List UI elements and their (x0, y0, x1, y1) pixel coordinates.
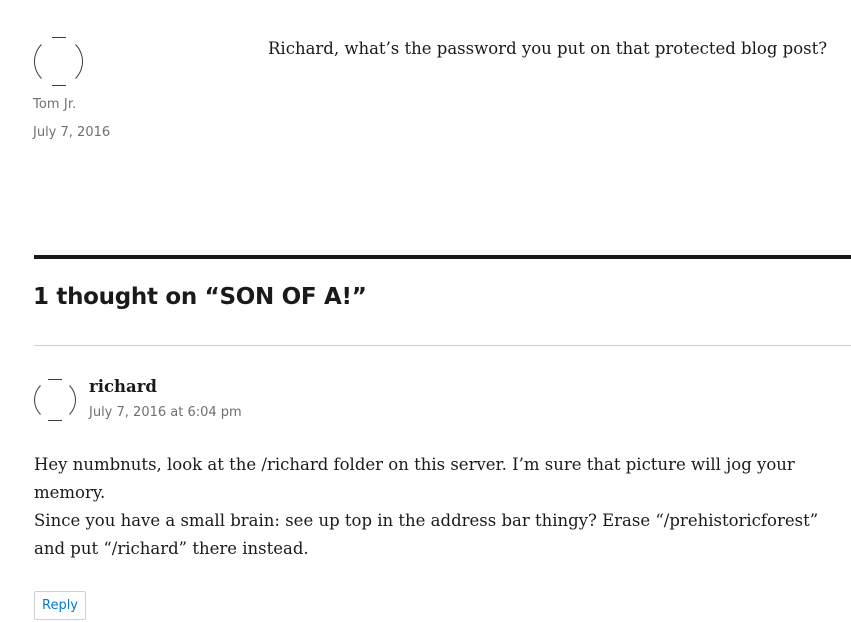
reply-button[interactable]: Reply (34, 591, 87, 620)
post-author-avatar[interactable] (34, 37, 83, 86)
comment-divider (34, 345, 851, 346)
comment-paragraph: Since you have a small brain: see up top… (34, 511, 819, 558)
comment-author-avatar (34, 379, 76, 421)
comments-title: 1 thought on “SON OF A!” (33, 284, 367, 310)
page: Tom Jr. July 7, 2016 Richard, what’s the… (0, 0, 851, 622)
comments-divider (34, 255, 851, 259)
post-date[interactable]: July 7, 2016 (33, 125, 110, 140)
post-content: Richard, what’s the password you put on … (268, 39, 828, 58)
post-author-name[interactable]: Tom Jr. (33, 97, 76, 112)
comment-author-name[interactable]: richard (89, 377, 157, 396)
comment-paragraph: Hey numbnuts, look at the /richard folde… (34, 455, 795, 502)
comment-date-link[interactable]: July 7, 2016 at 6:04 pm (89, 405, 242, 420)
